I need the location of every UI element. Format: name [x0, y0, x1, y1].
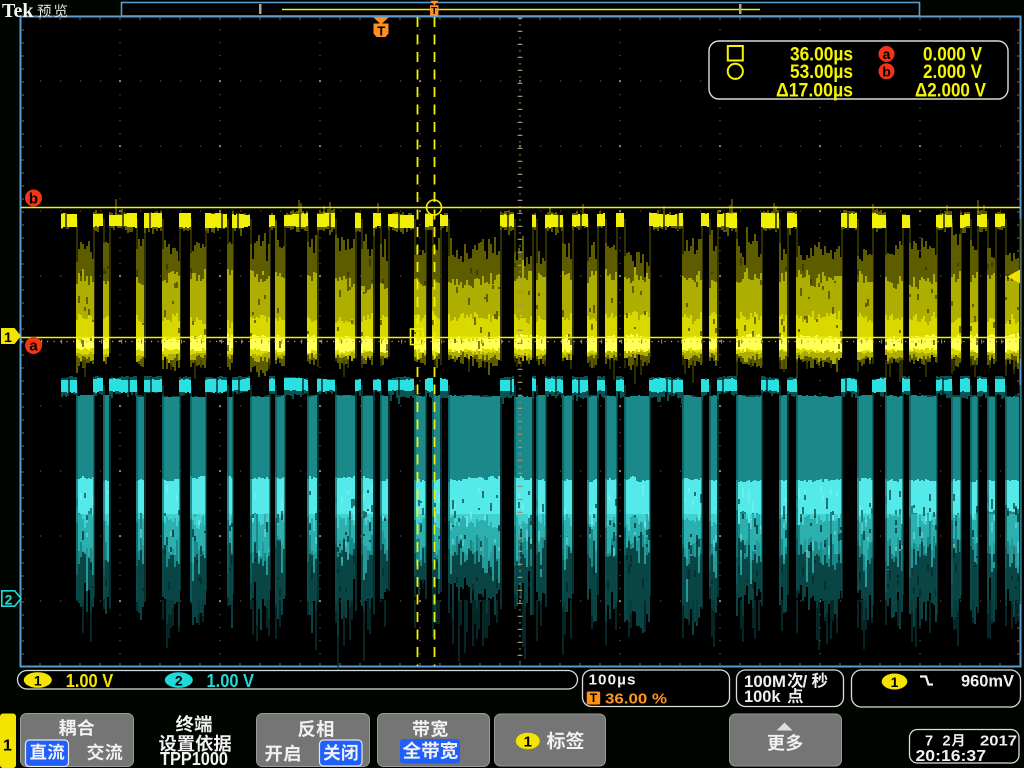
svg-text:b: b	[882, 63, 891, 79]
svg-text:1: 1	[3, 738, 12, 755]
svg-text:Δ17.00µs: Δ17.00µs	[776, 80, 853, 101]
svg-text:T: T	[431, 6, 437, 17]
svg-text:a: a	[29, 338, 38, 355]
svg-text:960mV: 960mV	[961, 673, 1014, 691]
svg-text:/: /	[803, 672, 808, 691]
svg-text:1: 1	[34, 673, 42, 689]
svg-text:a: a	[883, 46, 891, 62]
svg-text:36.00 %: 36.00 %	[605, 692, 667, 708]
svg-text:1: 1	[524, 734, 532, 751]
svg-text:T: T	[590, 691, 598, 705]
svg-text:1: 1	[4, 329, 12, 345]
svg-text:TPP1000: TPP1000	[160, 749, 228, 768]
svg-text:Δ2.000 V: Δ2.000 V	[915, 80, 986, 101]
svg-text:100k: 100k	[744, 687, 781, 706]
svg-text:1.00 V: 1.00 V	[66, 671, 114, 691]
svg-text:20:16:37: 20:16:37	[916, 748, 987, 765]
svg-text:2: 2	[5, 592, 13, 608]
svg-text:b: b	[29, 191, 38, 208]
svg-text:100µs: 100µs	[589, 673, 637, 689]
svg-text:T: T	[377, 24, 385, 39]
svg-text:Tek: Tek	[2, 0, 34, 22]
svg-text:1: 1	[891, 674, 899, 690]
svg-text:2: 2	[175, 673, 183, 689]
svg-text:1.00 V: 1.00 V	[207, 671, 255, 691]
